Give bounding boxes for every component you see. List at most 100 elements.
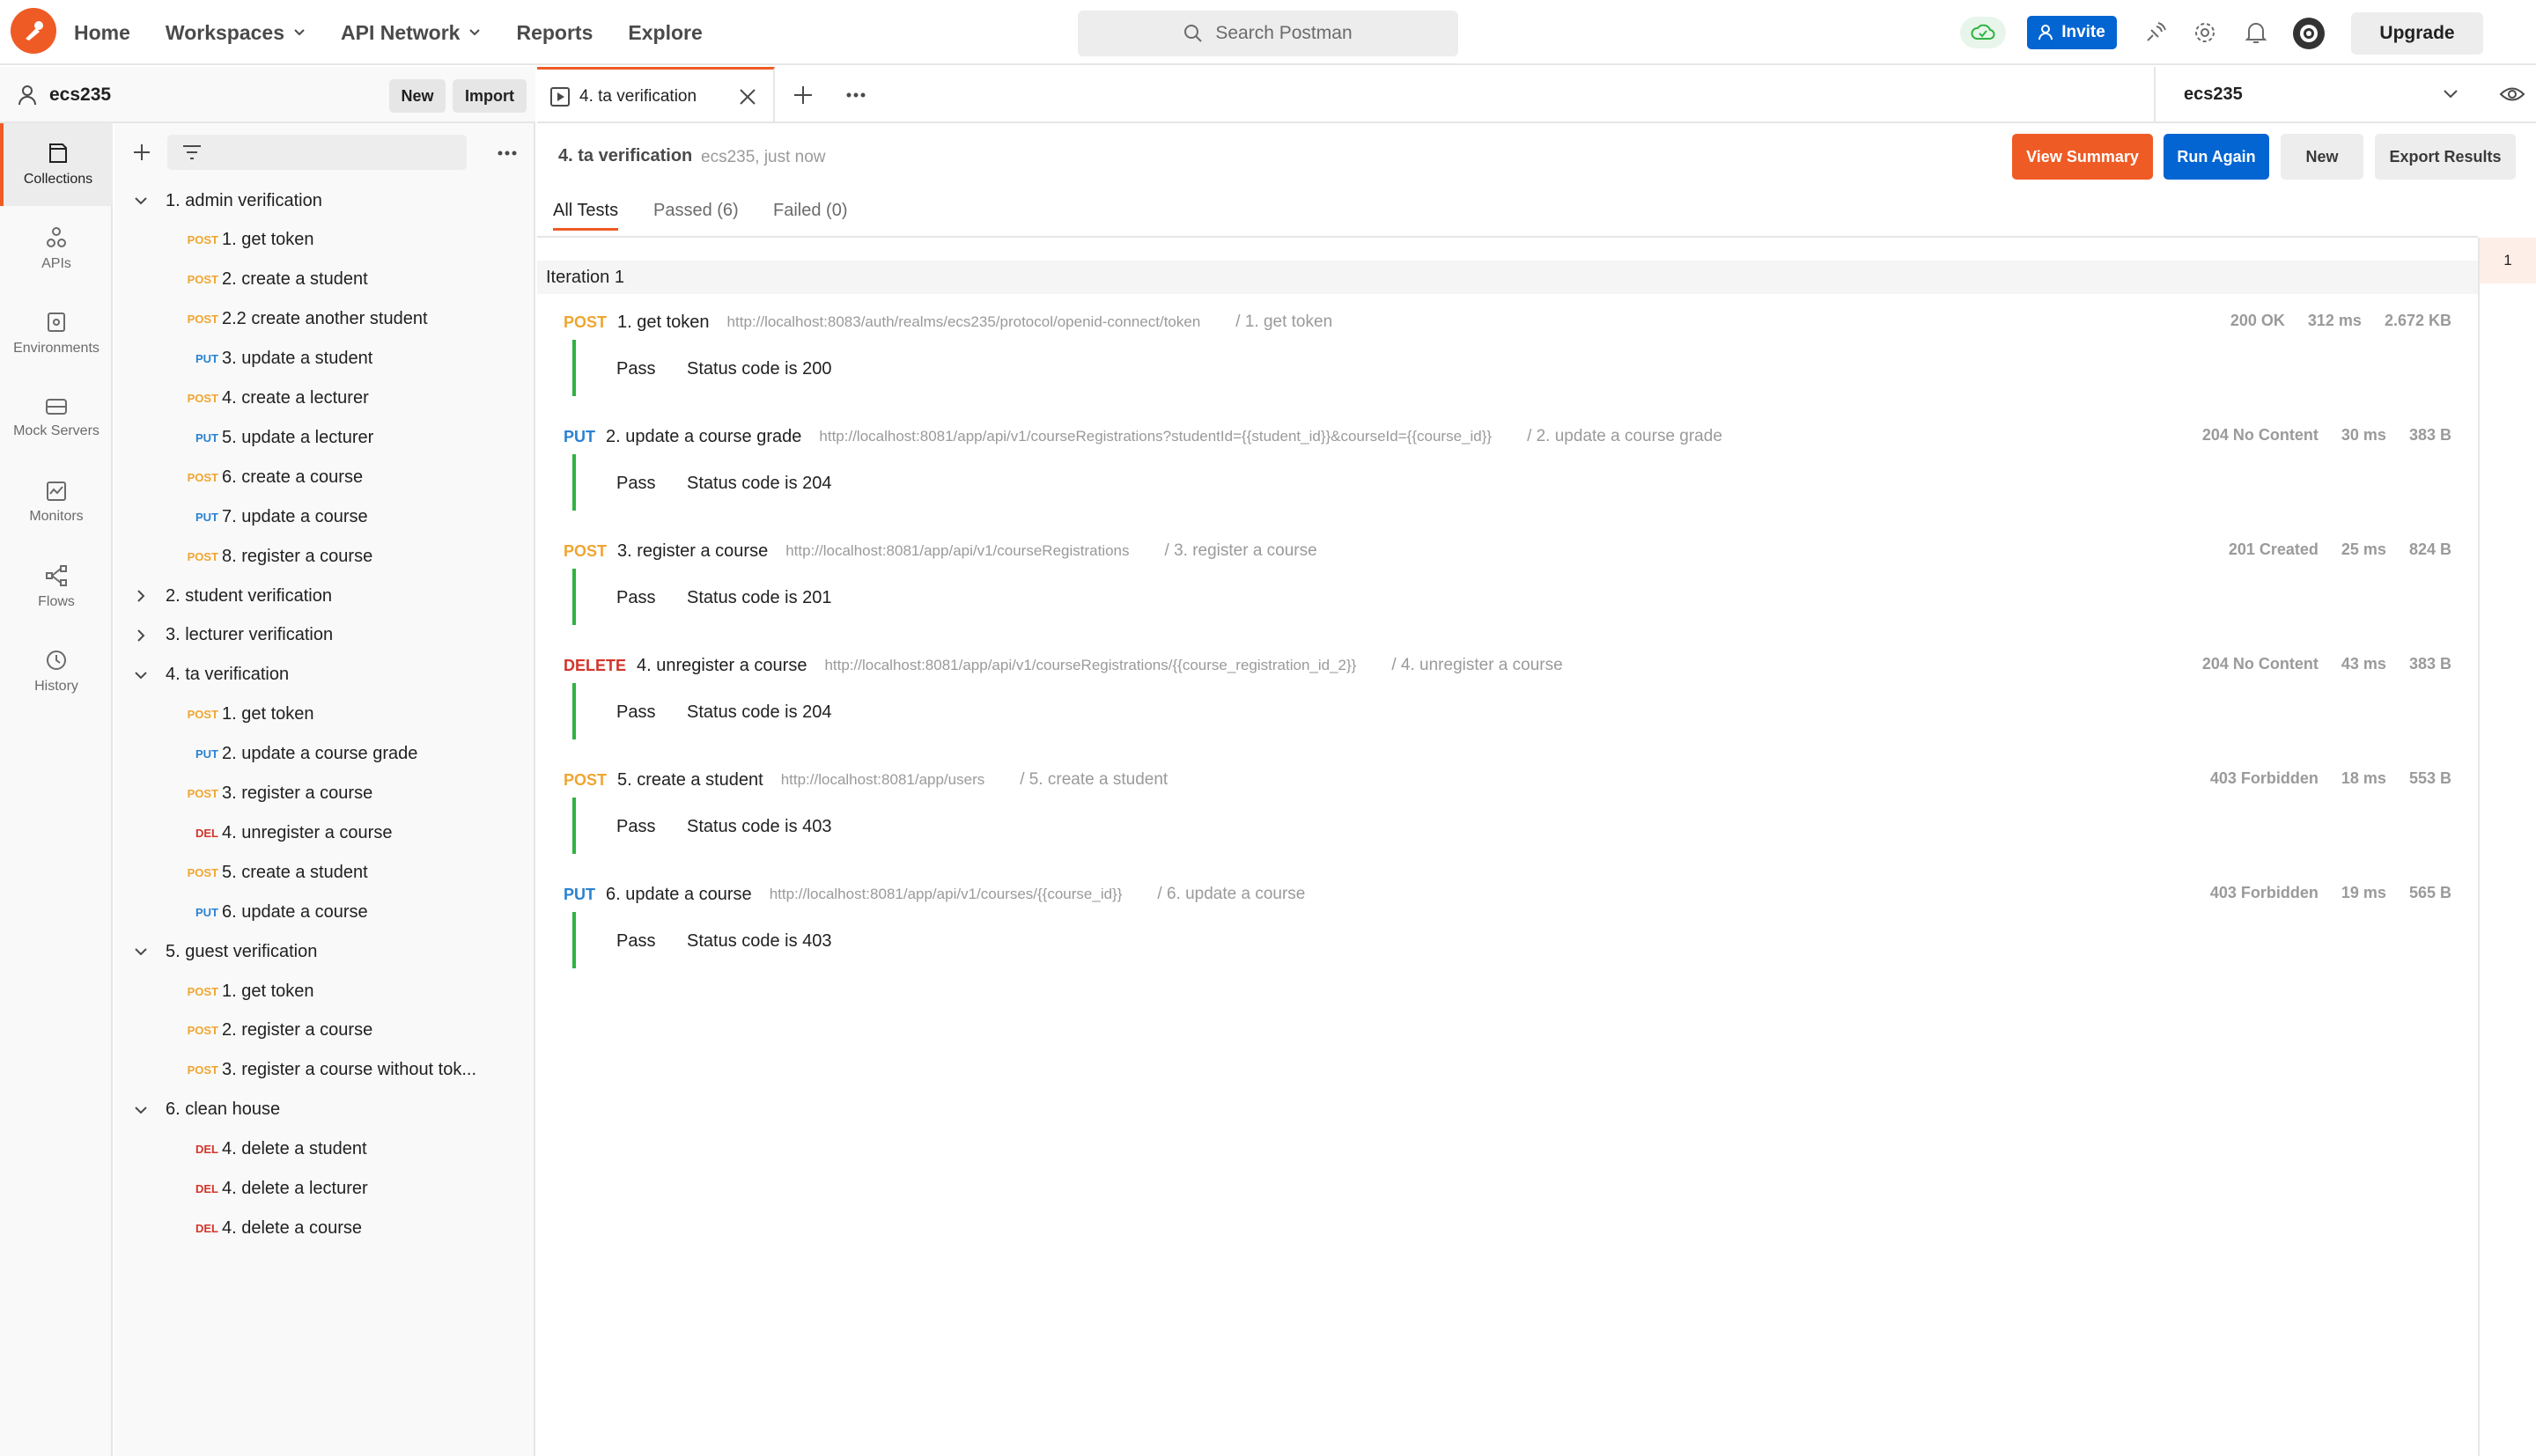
tree-request[interactable]: PUT 5. update a lecturer xyxy=(114,418,535,457)
request-path: / 4. unregister a course xyxy=(1391,656,1563,674)
run-again-button[interactable]: Run Again xyxy=(2164,134,2269,180)
tree-folder[interactable]: 2. student verification xyxy=(114,577,535,615)
test-name: Status code is 403 xyxy=(687,817,832,836)
pass-indicator xyxy=(572,454,576,511)
rail-collections[interactable]: Collections xyxy=(0,123,113,206)
invite-button[interactable]: Invite xyxy=(2027,16,2117,49)
tree-request[interactable]: POST 3. register a course xyxy=(114,775,535,813)
more-options-icon[interactable] xyxy=(497,150,518,157)
tree-request[interactable]: POST 2.2 create another student xyxy=(114,300,535,339)
satellite-icon[interactable] xyxy=(2142,18,2170,47)
tree-request[interactable]: POST 8. register a course xyxy=(114,537,535,576)
tree-request[interactable]: DEL 4. delete a course xyxy=(114,1209,535,1247)
chevron-down-icon xyxy=(469,29,481,36)
rail-environments[interactable]: Environments xyxy=(0,292,113,375)
tree-request[interactable]: POST 4. create a lecturer xyxy=(114,379,535,418)
nav-home[interactable]: Home xyxy=(74,21,130,45)
request-url: http://localhost:8081/app/api/v1/courseR… xyxy=(819,428,1493,445)
request-name: 1. get token xyxy=(617,312,710,332)
response-stats: 204 No Content 30 ms 383 B xyxy=(2179,426,2451,445)
request-line[interactable]: POST 1. get token http://localhost:8083/au… xyxy=(564,310,1332,335)
upgrade-button[interactable]: Upgrade xyxy=(2351,12,2483,55)
plus-icon[interactable] xyxy=(132,143,151,162)
request-result: POST 3. register a course http://localhost… xyxy=(537,539,2478,653)
rail-mock-servers[interactable]: Mock Servers xyxy=(0,377,113,460)
request-url: http://localhost:8081/app/api/v1/courseR… xyxy=(824,657,1357,673)
tab-runner[interactable]: 4. ta verification xyxy=(537,67,775,123)
nav-explore[interactable]: Explore xyxy=(628,21,702,45)
chevron-right-icon[interactable] xyxy=(134,629,148,643)
request-line[interactable]: POST 3. register a course http://localhost… xyxy=(564,539,1317,563)
new-run-button[interactable]: New xyxy=(2281,134,2363,180)
tree-request[interactable]: POST 3. register a course without tok... xyxy=(114,1051,535,1090)
avatar-icon xyxy=(2300,25,2318,42)
method-badge: POST xyxy=(564,313,608,331)
tree-request[interactable]: DEL 4. delete a student xyxy=(114,1130,535,1169)
request-line[interactable]: PUT 2. update a course grade http://localh… xyxy=(564,424,1722,449)
iteration-number[interactable]: 1 xyxy=(2480,238,2536,283)
chevron-right-icon[interactable] xyxy=(134,589,148,603)
cloud-sync-icon[interactable] xyxy=(1960,17,2006,48)
tab-all-tests[interactable]: All Tests xyxy=(553,201,619,231)
gear-icon[interactable] xyxy=(2191,18,2219,47)
new-tab-icon[interactable] xyxy=(792,85,814,106)
chevron-down-icon[interactable] xyxy=(134,945,148,959)
tree-request[interactable]: PUT 7. update a course xyxy=(114,497,535,536)
tree-folder[interactable]: 5. guest verification xyxy=(114,932,535,971)
tree-request[interactable]: POST 2. create a student xyxy=(114,261,535,299)
rail-history[interactable]: History xyxy=(0,630,113,713)
tab-failed[interactable]: Failed (0) xyxy=(773,201,847,221)
request-line[interactable]: DELETE 4. unregister a course http://local… xyxy=(564,653,1563,678)
tree-request[interactable]: POST 2. register a course xyxy=(114,1011,535,1050)
tree-request[interactable]: DEL 4. unregister a course xyxy=(114,813,535,852)
tree-request[interactable]: POST 5. create a student xyxy=(114,853,535,892)
folder-label: 6. clean house xyxy=(166,1099,281,1120)
tree-request[interactable]: DEL 4. delete a lecturer xyxy=(114,1170,535,1209)
eye-icon[interactable] xyxy=(2499,85,2525,104)
close-icon[interactable] xyxy=(738,87,757,107)
tree-request[interactable]: POST 1. get token xyxy=(114,695,535,734)
tree-request[interactable]: POST 6. create a course xyxy=(114,458,535,496)
bell-icon[interactable] xyxy=(2242,18,2270,47)
tree-folder[interactable]: 4. ta verification xyxy=(114,656,535,695)
workspace-name[interactable]: ecs235 xyxy=(49,85,111,106)
chevron-down-icon[interactable] xyxy=(134,1103,148,1117)
avatar[interactable] xyxy=(2293,18,2325,49)
request-url: http://localhost:8081/app/api/v1/courses… xyxy=(769,886,1123,902)
environment-select[interactable]: ecs235 xyxy=(2154,67,2536,123)
search-input[interactable]: Search Postman xyxy=(1078,11,1458,56)
new-button[interactable]: New xyxy=(389,79,446,113)
filter-input[interactable] xyxy=(167,135,467,170)
tree-request[interactable]: PUT 6. update a course xyxy=(114,893,535,931)
tree-folder[interactable]: 1. admin verification xyxy=(114,181,535,220)
view-summary-button[interactable]: View Summary xyxy=(2012,134,2153,180)
tree-request[interactable]: PUT 2. update a course grade xyxy=(114,735,535,774)
tree-request[interactable]: POST 1. get token xyxy=(114,221,535,260)
nav-api-network[interactable]: API Network xyxy=(341,21,481,45)
tree-folder[interactable]: 3. lecturer verification xyxy=(114,616,535,655)
chevron-down-icon[interactable] xyxy=(134,668,148,682)
tree-request[interactable]: PUT 3. update a student xyxy=(114,340,535,379)
method-badge: DEL xyxy=(195,826,218,840)
rail-monitors[interactable]: Monitors xyxy=(0,461,113,544)
folder-label: 5. guest verification xyxy=(166,941,318,961)
rail-flows[interactable]: Flows xyxy=(0,546,113,629)
import-button[interactable]: Import xyxy=(453,79,527,113)
tab-options-icon[interactable] xyxy=(845,92,866,99)
request-url: http://localhost:8081/app/api/v1/courseR… xyxy=(785,542,1130,559)
test-name: Status code is 200 xyxy=(687,359,832,379)
nav-workspaces[interactable]: Workspaces xyxy=(166,21,306,45)
method-badge: PUT xyxy=(195,430,218,445)
postman-logo-icon[interactable] xyxy=(11,8,56,54)
tree-request[interactable]: POST 1. get token xyxy=(114,972,535,1011)
tree-folder[interactable]: 6. clean house xyxy=(114,1091,535,1129)
method-badge: DELETE xyxy=(564,656,627,674)
chevron-down-icon[interactable] xyxy=(134,194,148,208)
export-results-button[interactable]: Export Results xyxy=(2375,134,2516,180)
request-line[interactable]: PUT 6. update a course http://localhost:80… xyxy=(564,882,1305,907)
nav-reports[interactable]: Reports xyxy=(516,21,593,45)
request-line[interactable]: POST 5. create a student http://localhost:… xyxy=(564,768,1168,792)
tab-passed[interactable]: Passed (6) xyxy=(653,201,739,221)
pass-indicator xyxy=(572,569,576,625)
rail-apis[interactable]: APIs xyxy=(0,208,113,290)
